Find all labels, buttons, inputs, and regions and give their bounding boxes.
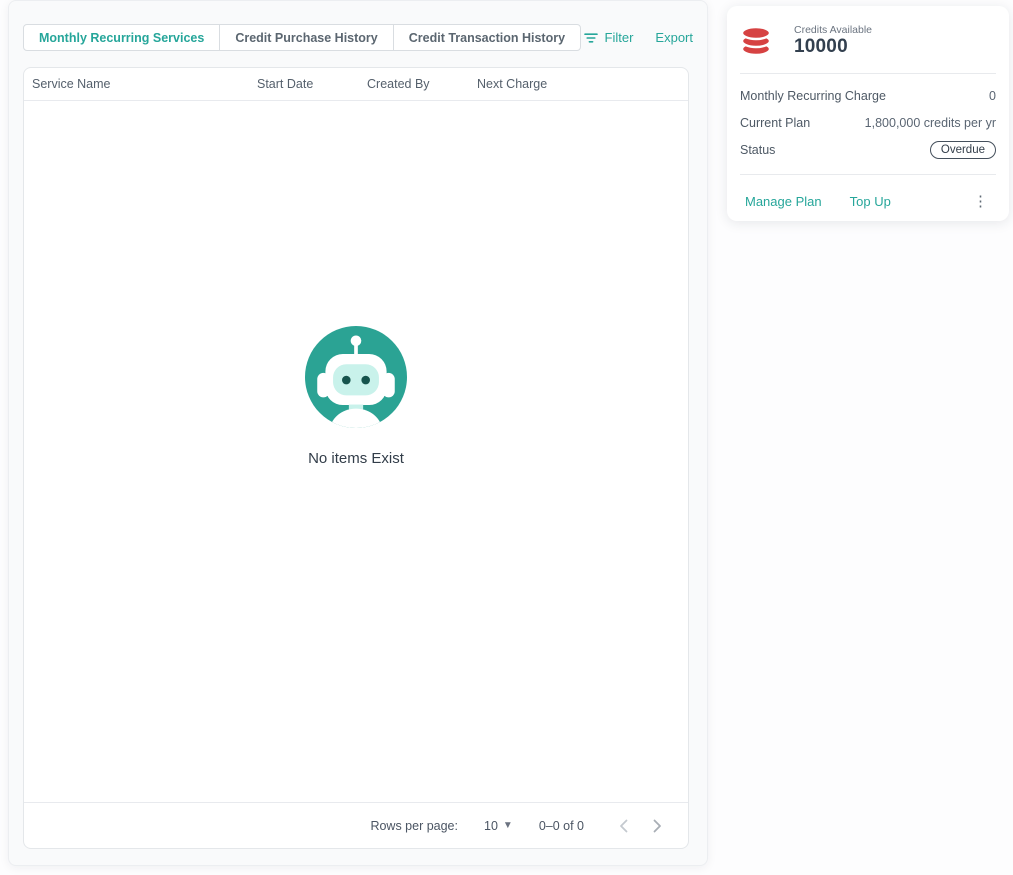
status-label: Status [740,143,775,157]
tab-credit-purchase-history[interactable]: Credit Purchase History [219,24,393,51]
column-header-service-name: Service Name [32,77,257,91]
tab-group: Monthly Recurring Services Credit Purcha… [23,24,581,51]
robot-icon [305,326,407,428]
filter-button[interactable]: Filter [583,30,634,45]
current-plan-row: Current Plan 1,800,000 credits per yr [740,109,996,136]
top-up-link[interactable]: Top Up [850,194,891,209]
credits-summary-card: Credits Available 10000 Monthly Recurrin… [727,6,1009,221]
status-badge: Overdue [930,141,996,159]
chevron-right-icon [653,819,662,833]
credits-available-label: Credits Available [794,24,872,36]
monthly-recurring-charge-row: Monthly Recurring Charge 0 [740,82,996,109]
export-label: Export [655,30,693,45]
pagination-buttons [610,813,670,839]
rows-per-page-label: Rows per page: [370,819,458,833]
tabs-toolbar-row: Monthly Recurring Services Credit Purcha… [23,24,693,51]
filter-icon [583,31,599,45]
tab-credit-transaction-history[interactable]: Credit Transaction History [393,24,581,51]
column-header-start-date: Start Date [257,77,367,91]
manage-plan-link[interactable]: Manage Plan [745,194,822,209]
empty-state: No items Exist [305,326,407,467]
credits-card-actions: Manage Plan Top Up ⋮ [740,175,996,227]
column-header-next-charge: Next Charge [477,77,688,91]
toolbar: Filter Export [583,30,693,45]
dropdown-arrow-icon: ▼ [503,820,513,831]
table-body: No items Exist [24,101,688,802]
credits-header: Credits Available 10000 [740,20,996,62]
filter-label: Filter [605,30,634,45]
billing-main-panel: Monthly Recurring Services Credit Purcha… [8,0,708,866]
export-button[interactable]: Export [655,30,693,45]
credits-detail-rows: Monthly Recurring Charge 0 Current Plan … [740,74,996,163]
credits-available-value: 10000 [794,36,872,58]
current-plan-value: 1,800,000 credits per yr [865,116,996,130]
tab-monthly-recurring-services[interactable]: Monthly Recurring Services [23,24,220,51]
empty-state-text: No items Exist [308,450,404,467]
previous-page-button[interactable] [610,813,636,839]
rows-per-page-select[interactable]: 10 ▼ [484,819,513,833]
kebab-menu-icon[interactable]: ⋮ [967,190,994,213]
chevron-left-icon [619,819,628,833]
next-page-button[interactable] [644,813,670,839]
column-header-created-by: Created By [367,77,477,91]
services-table: Service Name Start Date Created By Next … [23,67,689,849]
monthly-recurring-charge-label: Monthly Recurring Charge [740,89,886,103]
coins-stack-icon [740,26,772,56]
pagination-range-label: 0–0 of 0 [539,819,584,833]
status-row: Status Overdue [740,136,996,163]
pagination-bar: Rows per page: 10 ▼ 0–0 of 0 [24,802,688,848]
current-plan-label: Current Plan [740,116,810,130]
table-header-row: Service Name Start Date Created By Next … [24,68,688,101]
monthly-recurring-charge-value: 0 [989,89,996,103]
rows-per-page-value: 10 [484,819,498,833]
